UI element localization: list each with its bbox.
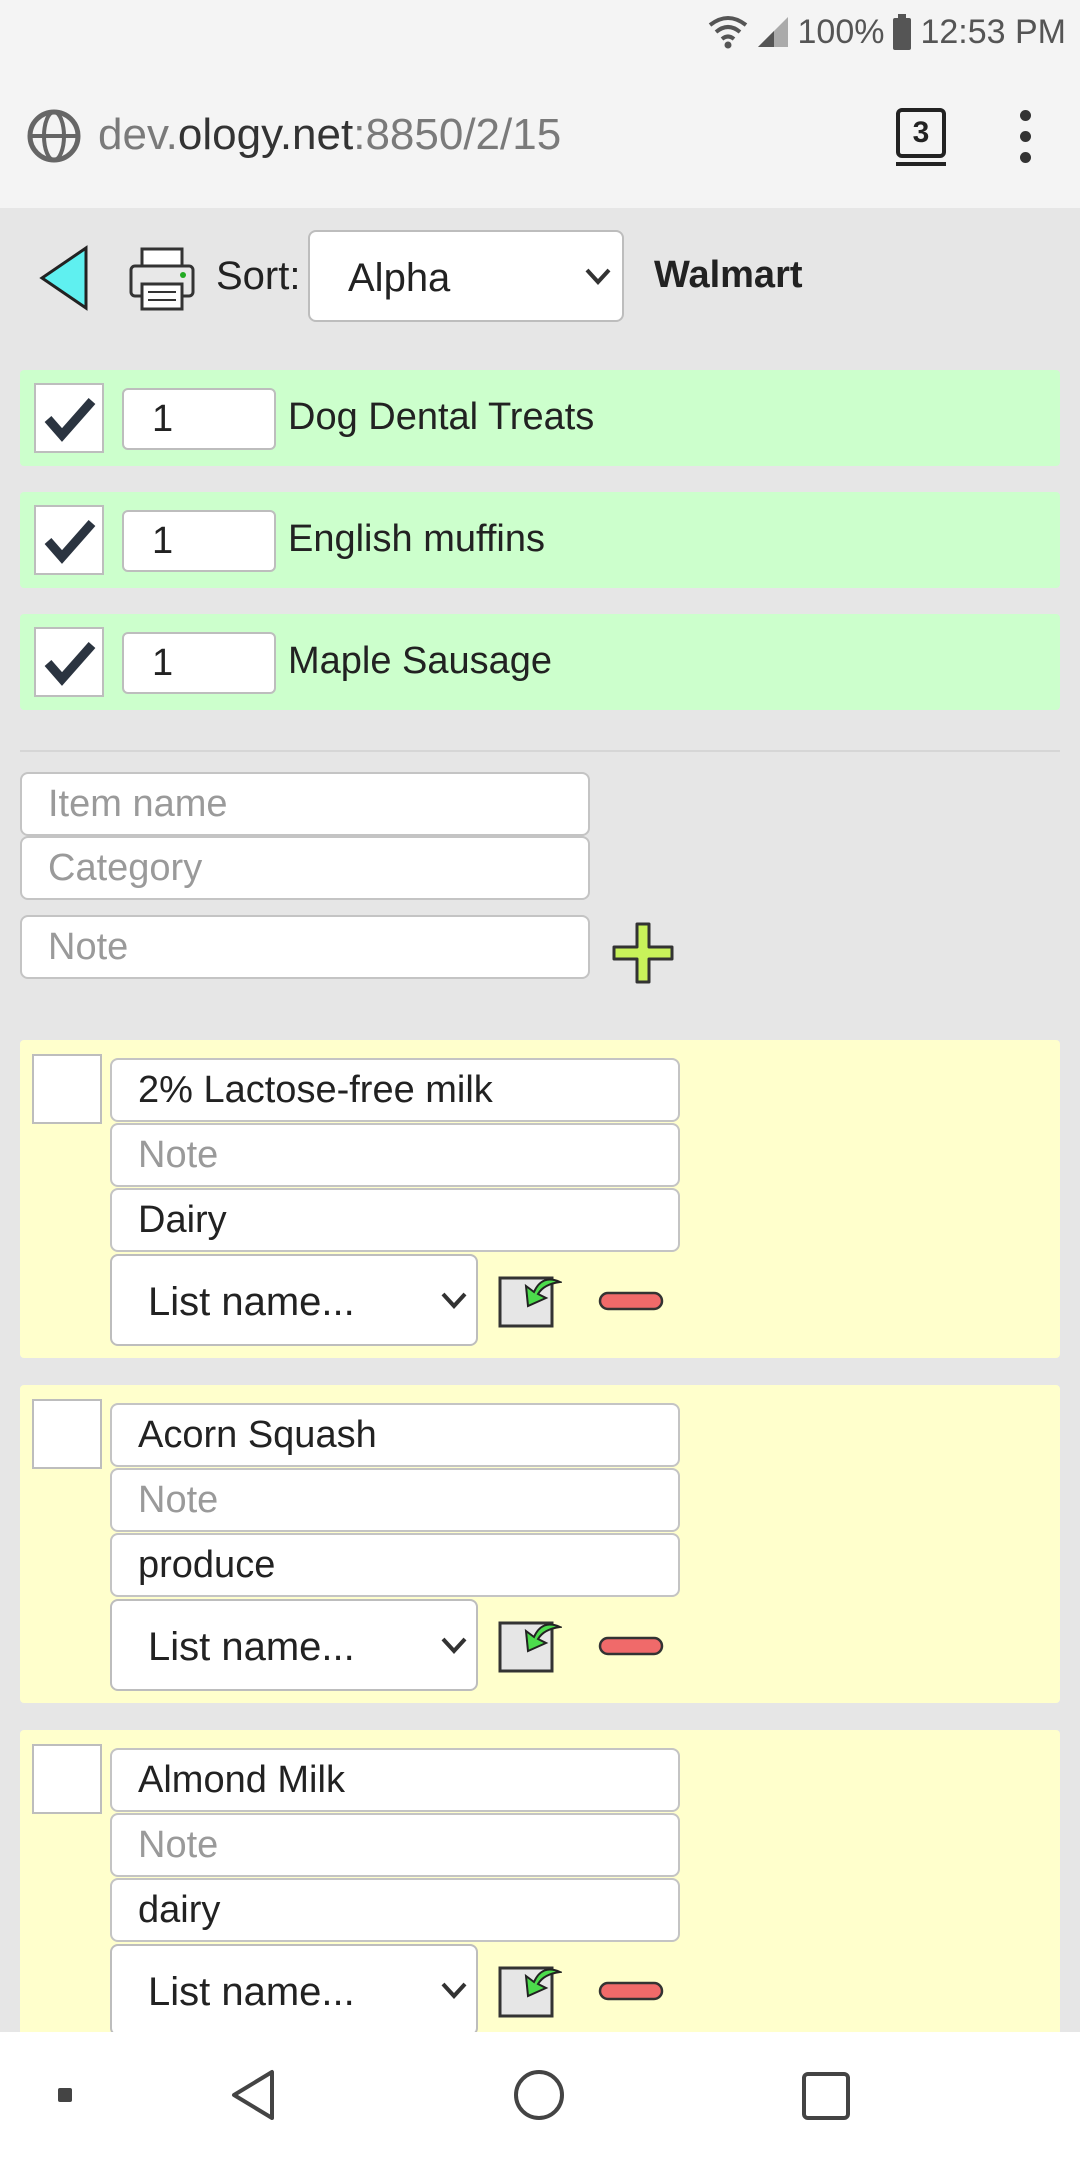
status-bar: 100% 12:53 PM bbox=[0, 0, 1080, 64]
item-checkbox[interactable] bbox=[32, 1744, 102, 1814]
item-note-field[interactable]: Note bbox=[110, 1468, 680, 1532]
item-note-field[interactable]: Note bbox=[110, 1123, 680, 1187]
item-checkbox[interactable] bbox=[34, 627, 104, 697]
checked-item-row: 1 English muffins bbox=[20, 492, 1060, 588]
list-item-card: Acorn Squash Note produce List name... bbox=[20, 1385, 1060, 1703]
clock: 12:53 PM bbox=[920, 12, 1066, 51]
item-checkbox[interactable] bbox=[34, 383, 104, 453]
list-name-dropdown[interactable]: List name... bbox=[110, 1944, 478, 2036]
chevron-down-icon bbox=[441, 1292, 467, 1309]
back-arrow-icon[interactable] bbox=[36, 244, 92, 312]
browser-url-bar: dev.ology.net:8850/2/15 3 bbox=[0, 64, 1080, 208]
item-name-field[interactable]: 2% Lactose-free milk bbox=[110, 1058, 680, 1122]
system-nav-bar bbox=[0, 2032, 1080, 2160]
checkmark-icon bbox=[44, 398, 96, 442]
item-name-field[interactable]: Almond Milk bbox=[110, 1748, 680, 1812]
list-name-value: List name... bbox=[148, 1970, 355, 2014]
new-item-note-input[interactable]: Note bbox=[20, 915, 590, 979]
list-item-card: Almond Milk Note dairy List name... bbox=[20, 1730, 1060, 2048]
url-suffix: :8850/2/15 bbox=[353, 110, 562, 159]
sort-label: Sort: bbox=[216, 254, 301, 298]
list-name-value: List name... bbox=[148, 1625, 355, 1669]
checked-item-row: 1 Maple Sausage bbox=[20, 614, 1060, 710]
nav-dot-icon[interactable] bbox=[58, 2088, 72, 2102]
tab-count: 3 bbox=[912, 116, 930, 149]
item-category-field[interactable]: Dairy bbox=[110, 1188, 680, 1252]
chevron-down-icon bbox=[441, 1982, 467, 1999]
divider bbox=[20, 750, 1060, 752]
move-to-list-icon[interactable] bbox=[498, 1617, 562, 1673]
item-name-field[interactable]: Acorn Squash bbox=[110, 1403, 680, 1467]
item-checkbox[interactable] bbox=[32, 1399, 102, 1469]
add-item-plus-icon[interactable] bbox=[610, 920, 676, 986]
new-item-category-input[interactable]: Category bbox=[20, 836, 590, 900]
url-text[interactable]: dev.ology.net:8850/2/15 bbox=[98, 110, 561, 160]
move-to-list-icon[interactable] bbox=[498, 1962, 562, 2018]
printer-icon[interactable] bbox=[128, 246, 196, 312]
item-name[interactable]: English muffins bbox=[288, 518, 545, 561]
remove-item-icon[interactable] bbox=[598, 1635, 664, 1657]
url-prefix: dev. bbox=[98, 110, 178, 159]
item-category-field[interactable]: produce bbox=[110, 1533, 680, 1597]
item-category-field[interactable]: dairy bbox=[110, 1878, 680, 1942]
quantity-field[interactable]: 1 bbox=[122, 632, 276, 694]
list-name-value: List name... bbox=[148, 1280, 355, 1324]
remove-item-icon[interactable] bbox=[598, 1980, 664, 2002]
item-checkbox[interactable] bbox=[34, 505, 104, 575]
chevron-down-icon bbox=[441, 1637, 467, 1654]
list-item-card: 2% Lactose-free milk Note Dairy List nam… bbox=[20, 1040, 1060, 1358]
list-name-dropdown[interactable]: List name... bbox=[110, 1599, 478, 1691]
checked-item-row: 1 Dog Dental Treats bbox=[20, 370, 1060, 466]
nav-back-icon[interactable] bbox=[228, 2068, 278, 2122]
new-item-name-input[interactable]: Item name bbox=[20, 772, 590, 836]
browser-menu-icon[interactable] bbox=[1010, 110, 1040, 166]
battery-text: 100% bbox=[797, 12, 885, 51]
signal-icon bbox=[757, 17, 788, 47]
sort-dropdown[interactable]: Alpha bbox=[308, 230, 624, 322]
checkmark-icon bbox=[44, 642, 96, 686]
quantity-field[interactable]: 1 bbox=[122, 510, 276, 572]
item-note-field[interactable]: Note bbox=[110, 1813, 680, 1877]
app-toolbar: Sort: Alpha Walmart bbox=[0, 208, 1080, 348]
tab-switcher-button[interactable]: 3 bbox=[896, 108, 946, 166]
sort-value: Alpha bbox=[348, 256, 451, 300]
item-checkbox[interactable] bbox=[32, 1054, 102, 1124]
item-name[interactable]: Dog Dental Treats bbox=[288, 396, 594, 439]
wifi-icon bbox=[708, 16, 747, 49]
move-to-list-icon[interactable] bbox=[498, 1272, 562, 1328]
quantity-field[interactable]: 1 bbox=[122, 388, 276, 450]
checkmark-icon bbox=[44, 520, 96, 564]
url-domain: ology.net bbox=[177, 110, 354, 159]
store-name: Walmart bbox=[654, 254, 803, 296]
item-name[interactable]: Maple Sausage bbox=[288, 640, 552, 683]
nav-home-icon[interactable] bbox=[512, 2068, 566, 2122]
battery-icon bbox=[893, 14, 912, 50]
nav-recents-icon[interactable] bbox=[800, 2070, 852, 2122]
list-name-dropdown[interactable]: List name... bbox=[110, 1254, 478, 1346]
globe-icon bbox=[27, 109, 81, 163]
chevron-down-icon bbox=[585, 268, 611, 285]
remove-item-icon[interactable] bbox=[598, 1290, 664, 1312]
